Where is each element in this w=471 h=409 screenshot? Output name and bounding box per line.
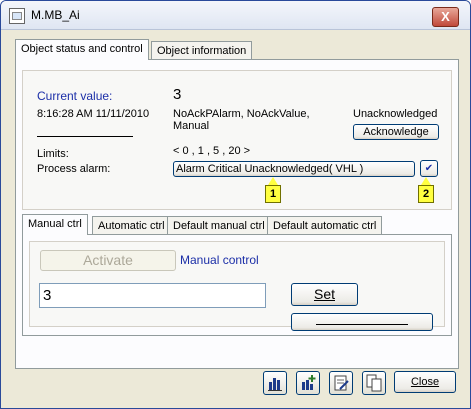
button-underline [316,324,408,325]
unlabeled-button[interactable] [291,313,433,331]
limits-label: Limits: [37,148,69,160]
activate-button[interactable]: Activate [40,250,176,271]
window-title: M.MB_Ai [31,8,80,22]
marker-2-arrow [421,177,431,185]
close-button[interactable]: Close [394,371,456,393]
timestamp: 8:16:28 AM 11/11/2010 [37,108,150,120]
window-close-button[interactable]: X [432,7,459,27]
dialog-window: M.MB_Ai X Object status and control Obje… [0,0,471,409]
manual-ctrl-group: Activate Manual control 3 Set [29,241,445,331]
current-value: 3 [173,86,182,103]
manual-ctrl-panel: Activate Manual control 3 Set [22,234,452,336]
edit-document-icon [334,375,349,391]
set-button-label: Set [313,286,335,302]
title-bar: M.MB_Ai X [1,1,470,30]
tab-object-information[interactable]: Object information [151,41,253,60]
tab-default-automatic-ctrl[interactable]: Default automatic ctrl [267,216,383,235]
marker-1-arrow [268,177,278,185]
bar-chart-add-button[interactable] [296,371,320,395]
copy-document-icon [366,374,382,392]
current-value-label: Current value: [37,89,113,103]
status-group: Current value: 3 8:16:28 AM 11/11/2010 N… [22,70,452,210]
ack-state: Unacknowledged [353,108,438,120]
tab-automatic-ctrl[interactable]: Automatic ctrl [92,216,171,235]
separator-line [37,136,133,137]
confirm-alarm-checkbox[interactable]: ✔ [420,160,438,177]
window-icon [9,8,25,24]
edit-document-button[interactable] [329,371,353,395]
process-alarm-button[interactable]: Alarm Critical Unacknowledged( VHL ) [173,161,415,177]
tab-default-manual-ctrl[interactable]: Default manual ctrl [167,216,271,235]
marker-2: 2 [418,185,434,203]
manual-control-mode: Manual control [180,253,259,267]
acknowledge-button[interactable]: Acknowledge [353,124,439,140]
bar-chart-add-icon [302,375,316,390]
process-alarm-label: Process alarm: [37,163,111,175]
bar-chart-button[interactable] [263,371,287,395]
copy-document-button[interactable] [362,371,386,395]
manual-value-input[interactable]: 3 [39,283,266,308]
status-flags: NoAckPAlarm, NoAckValue, Manual [173,108,310,132]
tab-object-status-and-control[interactable]: Object status and control [15,39,149,60]
bar-chart-icon [268,378,282,391]
object-status-panel: Current value: 3 8:16:28 AM 11/11/2010 N… [15,59,459,369]
tab-manual-ctrl[interactable]: Manual ctrl [22,214,88,235]
set-button[interactable]: Set [291,283,358,306]
marker-1: 1 [265,185,281,203]
limits-value: < 0 , 1 , 5 , 20 > [173,145,251,157]
close-button-label: Close [410,376,440,388]
